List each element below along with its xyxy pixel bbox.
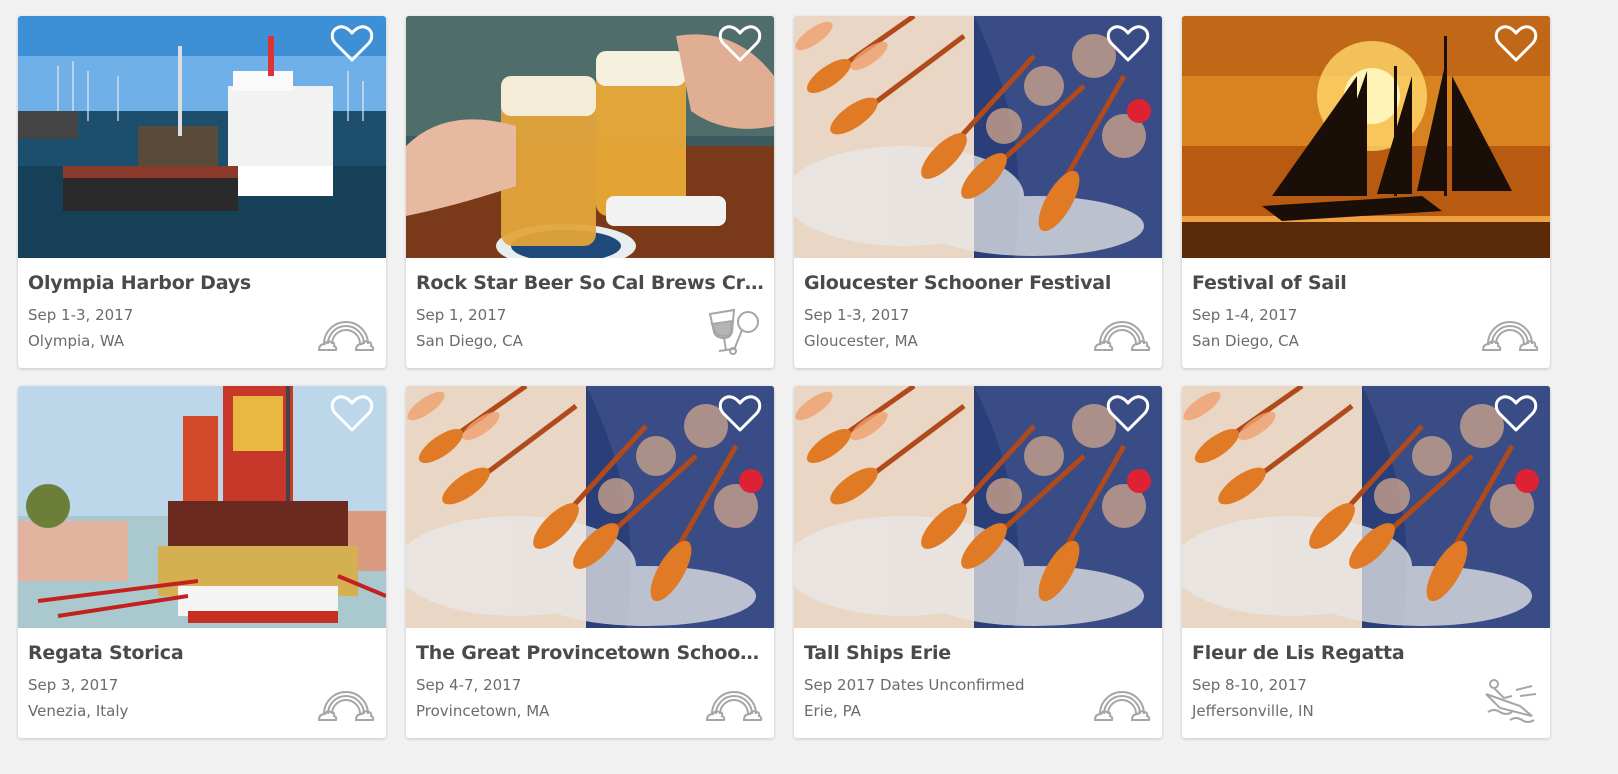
event-details: Rock Star Beer So Cal Brews Cruise Sep 1… [406, 258, 774, 368]
event-photo[interactable] [794, 16, 1162, 258]
event-title[interactable]: Gloucester Schooner Festival [804, 270, 1152, 296]
event-details: Festival of Sail Sep 1-4, 2017 San Diego… [1182, 258, 1550, 368]
favorite-heart-icon[interactable] [1494, 24, 1538, 64]
event-details: Gloucester Schooner Festival Sep 1-3, 20… [794, 258, 1162, 368]
event-card[interactable]: Tall Ships Erie Sep 2017 Dates Unconfirm… [794, 386, 1162, 738]
favorite-heart-icon[interactable] [1494, 394, 1538, 434]
event-card[interactable]: Regata Storica Sep 3, 2017 Venezia, Ital… [18, 386, 386, 738]
event-title[interactable]: Regata Storica [28, 640, 376, 666]
favorite-heart-icon[interactable] [330, 394, 374, 434]
favorite-heart-icon[interactable] [330, 24, 374, 64]
event-title[interactable]: Olympia Harbor Days [28, 270, 376, 296]
event-details: Regata Storica Sep 3, 2017 Venezia, Ital… [18, 628, 386, 738]
event-details: The Great Provincetown Schooner… Sep 4-7… [406, 628, 774, 738]
event-card[interactable]: The Great Provincetown Schooner… Sep 4-7… [406, 386, 774, 738]
event-title[interactable]: Fleur de Lis Regatta [1192, 640, 1540, 666]
event-details: Tall Ships Erie Sep 2017 Dates Unconfirm… [794, 628, 1162, 738]
rainbow-icon [704, 676, 764, 728]
event-photo[interactable] [1182, 386, 1550, 628]
favorite-heart-icon[interactable] [718, 394, 762, 434]
favorite-heart-icon[interactable] [718, 24, 762, 64]
rainbow-icon [1480, 306, 1540, 358]
event-grid: Olympia Harbor Days Sep 1-3, 2017 Olympi… [18, 16, 1550, 738]
event-card[interactable]: Gloucester Schooner Festival Sep 1-3, 20… [794, 16, 1162, 368]
rainbow-icon [316, 676, 376, 728]
event-photo[interactable] [794, 386, 1162, 628]
event-title[interactable]: Festival of Sail [1192, 270, 1540, 296]
event-title[interactable]: Tall Ships Erie [804, 640, 1152, 666]
event-title[interactable]: The Great Provincetown Schooner… [416, 640, 764, 666]
event-title[interactable]: Rock Star Beer So Cal Brews Cruise [416, 270, 764, 296]
event-card[interactable]: Fleur de Lis Regatta Sep 8-10, 2017 Jeff… [1182, 386, 1550, 738]
event-card[interactable]: Festival of Sail Sep 1-4, 2017 San Diego… [1182, 16, 1550, 368]
event-photo[interactable] [18, 16, 386, 258]
event-photo[interactable] [406, 16, 774, 258]
event-photo[interactable] [406, 386, 774, 628]
event-details: Fleur de Lis Regatta Sep 8-10, 2017 Jeff… [1182, 628, 1550, 738]
event-details: Olympia Harbor Days Sep 1-3, 2017 Olympi… [18, 258, 386, 368]
event-photo[interactable] [18, 386, 386, 628]
racing-boat-icon [1480, 676, 1540, 728]
event-card[interactable]: Olympia Harbor Days Sep 1-3, 2017 Olympi… [18, 16, 386, 368]
event-card[interactable]: Rock Star Beer So Cal Brews Cruise Sep 1… [406, 16, 774, 368]
event-photo[interactable] [1182, 16, 1550, 258]
rainbow-icon [1092, 676, 1152, 728]
food-drink-icon [704, 306, 764, 358]
favorite-heart-icon[interactable] [1106, 394, 1150, 434]
rainbow-icon [1092, 306, 1152, 358]
favorite-heart-icon[interactable] [1106, 24, 1150, 64]
rainbow-icon [316, 306, 376, 358]
